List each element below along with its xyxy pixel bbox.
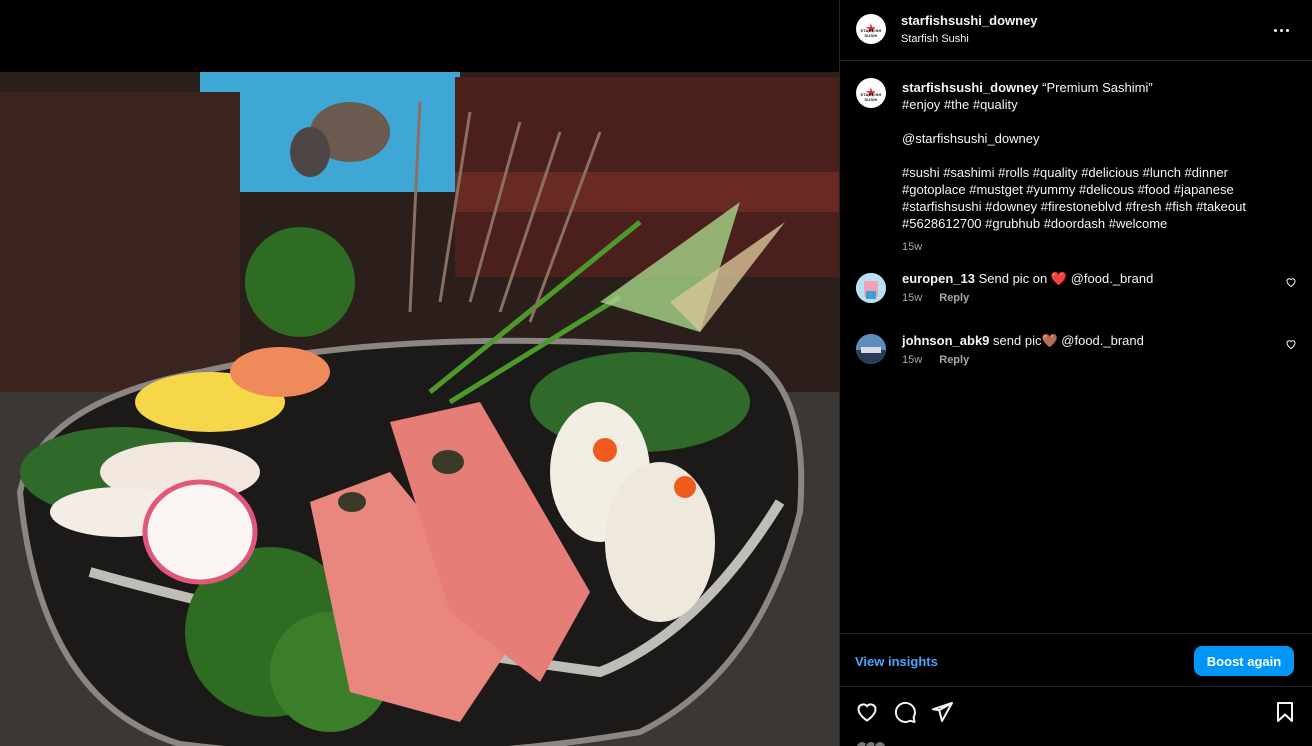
heart-icon[interactable]: [855, 700, 879, 724]
reply-button[interactable]: Reply: [939, 354, 969, 366]
post-side-panel: ★ STARFISH SUSHI starfishsushi_downey St…: [839, 0, 1312, 746]
comment-mention[interactable]: @food._brand: [1071, 271, 1154, 286]
paper-plane-icon[interactable]: [930, 700, 954, 724]
liked-by-avatars: [856, 740, 1156, 746]
caption-mention[interactable]: @starfishsushi_downey: [902, 130, 1292, 147]
post-actions-bar: [840, 688, 1312, 746]
commenter-avatar[interactable]: [856, 273, 886, 303]
caption-hashtags-3: #starfishsushi #downey #firestoneblvd #f…: [902, 199, 1246, 214]
bookmark-icon[interactable]: [1273, 700, 1297, 724]
comment-text: Send pic on: [978, 271, 1048, 286]
comment-body: johnson_abk9 send pic🤎 @food._brand: [902, 332, 1144, 349]
comment-like-heart-icon[interactable]: [1285, 338, 1297, 350]
comment-timestamp[interactable]: 15w: [902, 354, 922, 366]
comment-body: europen_13 Send pic on ❤️ @food._brand: [902, 270, 1153, 287]
post-caption: starfishsushi_downey “Premium Sashimi” #…: [902, 79, 1292, 256]
comment-emoji: ❤️: [1050, 271, 1068, 286]
commenter-avatar[interactable]: [856, 334, 886, 364]
comment-like-heart-icon[interactable]: [1285, 276, 1297, 288]
caption-hashtags-4: #5628612700 #grubhub #doordash #welcome: [902, 216, 1168, 231]
sashimi-photo-illustration: [0, 72, 839, 746]
post-header: ★ STARFISH SUSHI starfishsushi_downey St…: [840, 0, 1312, 61]
comment-username[interactable]: europen_13: [902, 271, 975, 286]
comment-meta: 15w Reply: [902, 292, 969, 304]
caption-username[interactable]: starfishsushi_downey: [902, 80, 1039, 95]
comment-mention[interactable]: @food._brand: [1061, 333, 1144, 348]
avatar-brand-text: STARFISH SUSHI: [860, 28, 882, 38]
reply-button[interactable]: Reply: [939, 292, 969, 304]
comment-meta: 15w Reply: [902, 354, 969, 366]
avatar-photo: [856, 273, 886, 303]
caption-title: “Premium Sashimi”: [1042, 80, 1153, 95]
comments-section: ★ STARFISH SUSHI starfishsushi_downey “P…: [840, 62, 1312, 632]
post-location[interactable]: Starfish Sushi: [901, 33, 1038, 45]
comment-item: johnson_abk9 send pic🤎 @food._brand 15w …: [840, 332, 1312, 382]
caption-hashtags-2: #gotoplace #mustget #yummy #delicous #fo…: [902, 182, 1234, 197]
comment-bubble-icon[interactable]: [893, 700, 917, 724]
more-options-button[interactable]: [1269, 18, 1293, 42]
insights-bar: View insights Boost again: [840, 633, 1312, 687]
post-username[interactable]: starfishsushi_downey: [901, 13, 1038, 28]
caption-timestamp[interactable]: 15w: [902, 239, 1292, 256]
caption-hashtags-1: #sushi #sashimi #rolls #quality #delicio…: [902, 165, 1228, 180]
post-media-pane: [0, 0, 839, 746]
view-insights-link[interactable]: View insights: [855, 654, 938, 669]
comment-item: europen_13 Send pic on ❤️ @food._brand 1…: [840, 270, 1312, 320]
account-avatar[interactable]: ★ STARFISH SUSHI: [856, 14, 886, 44]
comment-timestamp[interactable]: 15w: [902, 292, 922, 304]
caption-hashtags-intro: #enjoy #the #quality: [902, 97, 1018, 112]
comment-username[interactable]: johnson_abk9: [902, 333, 989, 348]
comment-emoji: 🤎: [1041, 333, 1058, 348]
more-horizontal-icon: [1273, 28, 1277, 32]
boost-again-button[interactable]: Boost again: [1194, 646, 1294, 676]
post-photo-sashimi[interactable]: [0, 72, 839, 746]
comment-text: send pic: [993, 333, 1042, 348]
avatar-photo: [856, 334, 886, 364]
caption-avatar[interactable]: ★ STARFISH SUSHI: [856, 78, 886, 108]
